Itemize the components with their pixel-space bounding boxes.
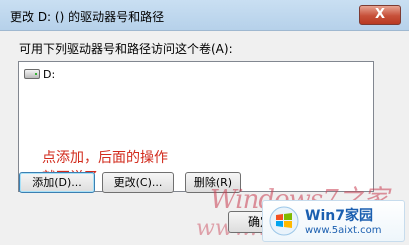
logo-title: Win7家园 <box>305 208 373 224</box>
change-button[interactable]: 更改(C)... <box>102 172 174 193</box>
window-title: 更改 D: () 的驱动器号和路径 <box>10 10 165 24</box>
logo-url: www.5aixt.com <box>305 225 382 236</box>
close-button[interactable]: X <box>359 5 401 25</box>
close-icon: X <box>374 7 386 22</box>
list-item[interactable]: D: <box>24 66 55 82</box>
title-bar[interactable]: 更改 D: () 的驱动器号和路径 X <box>0 0 409 31</box>
drive-paths-label: 可用下列驱动器号和路径访问这个卷(A): <box>19 42 233 56</box>
list-item-label: D: <box>43 67 56 81</box>
site-logo: Win7家园 www.5aixt.com <box>262 200 405 242</box>
windows-logo-icon <box>269 206 299 236</box>
dialog-window: 更改 D: () 的驱动器号和路径 X 可用下列驱动器号和路径访问这个卷(A):… <box>0 0 409 245</box>
annotation-line-1: 点添加，后面的操作 <box>42 150 168 166</box>
drive-icon <box>24 69 40 79</box>
add-button[interactable]: 添加(D)... <box>19 172 95 193</box>
